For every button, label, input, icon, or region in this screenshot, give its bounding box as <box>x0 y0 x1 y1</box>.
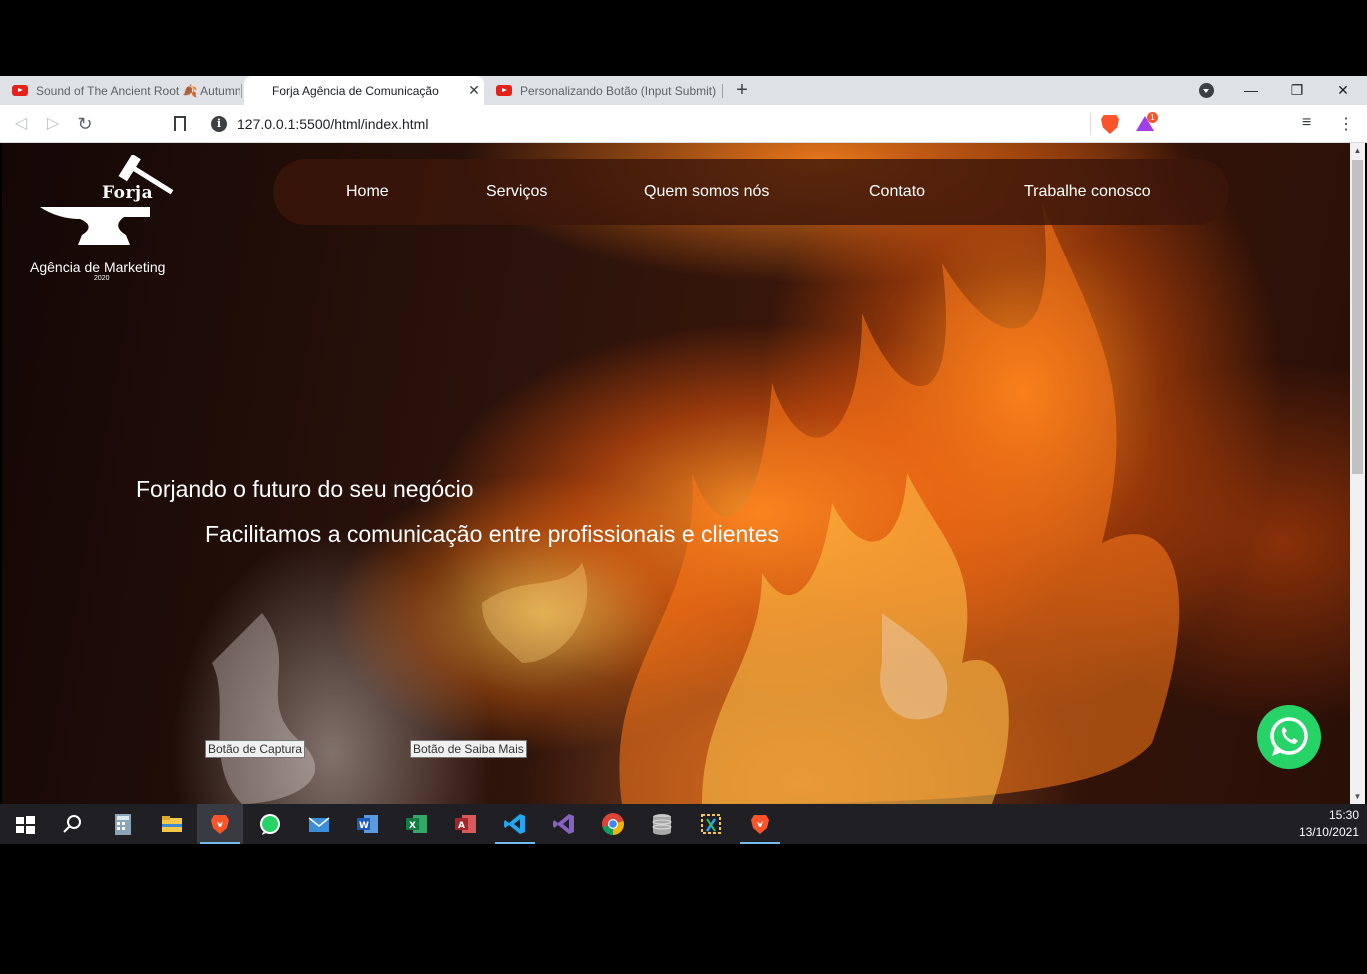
windows-start-icon[interactable] <box>12 811 38 837</box>
tab-strip: Sound of The Ancient Root 🍂 Autumn Forja… <box>0 76 1367 105</box>
nav-item-trabalhe-conosco[interactable]: Trabalhe conosco <box>1024 183 1151 201</box>
tab-forja[interactable]: Forja Agência de Comunicação ✕ <box>244 76 484 105</box>
tab-title: Forja Agência de Comunicação <box>272 83 439 98</box>
word-icon[interactable]: W <box>355 811 381 837</box>
address-divider <box>1090 113 1091 135</box>
capture-button[interactable]: Botão de Captura <box>205 740 306 758</box>
back-button[interactable]: ◁ <box>10 113 32 135</box>
tab-divider <box>722 84 723 98</box>
snipping-tool-icon[interactable] <box>698 811 724 837</box>
clock-time: 15:30 <box>1328 808 1359 822</box>
tab-search-icon[interactable] <box>1199 83 1214 98</box>
reload-button[interactable]: ↻ <box>74 113 96 135</box>
nav-item-quem-somos[interactable]: Quem somos nós <box>644 183 769 201</box>
svg-text:A: A <box>458 821 465 831</box>
nav-item-home[interactable]: Home <box>346 183 389 201</box>
tab-divider <box>241 84 242 98</box>
rewards-badge: 1 <box>1147 112 1158 123</box>
visual-studio-icon[interactable] <box>551 811 577 837</box>
tab-title: Sound of The Ancient Root 🍂 Autumn <box>36 83 240 98</box>
site-logo[interactable]: Forja Agência de Marketing 2020 <box>26 155 186 285</box>
running-indicator <box>740 842 780 844</box>
access-icon[interactable]: A <box>453 811 479 837</box>
close-window-button[interactable]: ✕ <box>1320 76 1366 105</box>
minimize-button[interactable]: — <box>1228 76 1274 105</box>
chrome-icon[interactable] <box>600 811 626 837</box>
tab-youtube-botao[interactable]: Personalizando Botão (Input Submit) | <box>484 76 720 105</box>
browser-toolbar: ◁ ▷ ↻ i 127.0.0.1:5500/html/index.html 1… <box>0 105 1367 143</box>
excel-icon[interactable]: X <box>404 811 430 837</box>
site-info-icon[interactable]: i <box>211 116 227 132</box>
page-scrollbar[interactable]: ▲ ▼ <box>1350 143 1365 804</box>
learn-more-button[interactable]: Botão de Saiba Mais <box>410 740 527 758</box>
windows-taskbar: W X A 15:30 13/10/2021 <box>0 804 1367 844</box>
running-indicator <box>495 842 535 844</box>
whatsapp-float-button[interactable] <box>1257 705 1321 769</box>
mail-icon[interactable] <box>306 811 332 837</box>
running-indicator <box>200 842 240 844</box>
youtube-icon <box>12 85 28 96</box>
restore-button[interactable]: ❐ <box>1274 76 1320 105</box>
anvil-hammer-icon <box>40 155 174 245</box>
search-icon[interactable] <box>59 811 85 837</box>
forward-button[interactable]: ▷ <box>42 113 64 135</box>
hero-subtitle: Facilitamos a comunicação entre profissi… <box>205 521 779 547</box>
logo-tagline: Agência de Marketing <box>30 259 166 275</box>
brave-icon[interactable] <box>747 811 773 837</box>
brave-icon[interactable] <box>207 811 233 837</box>
nav-item-contato[interactable]: Contato <box>869 183 925 201</box>
close-tab-icon[interactable]: ✕ <box>464 82 484 99</box>
media-queue-icon[interactable]: ≡ <box>1302 114 1311 132</box>
nav-item-servicos[interactable]: Serviços <box>486 183 547 201</box>
calculator-icon[interactable] <box>110 811 136 837</box>
main-navigation: Home Serviços Quem somos nós Contato Tra… <box>273 159 1229 225</box>
clock-date: 13/10/2021 <box>1298 825 1359 839</box>
address-bar[interactable]: i 127.0.0.1:5500/html/index.html <box>203 110 1093 138</box>
scroll-down-arrow[interactable]: ▼ <box>1350 789 1365 804</box>
new-tab-button[interactable]: + <box>731 79 753 101</box>
youtube-icon <box>496 85 512 96</box>
scroll-up-arrow[interactable]: ▲ <box>1350 143 1365 158</box>
menu-icon[interactable]: ⋮ <box>1338 114 1354 134</box>
hero-title: Forjando o futuro do seu negócio <box>136 476 474 502</box>
system-clock[interactable]: 15:30 13/10/2021 <box>1299 807 1359 841</box>
logo-year: 2020 <box>94 275 110 282</box>
page-viewport: Forja Agência de Marketing 2020 Home Ser… <box>2 143 1350 804</box>
tab-youtube-ambient[interactable]: Sound of The Ancient Root 🍂 Autumn <box>0 76 240 105</box>
brave-shields-icon[interactable] <box>1101 115 1119 134</box>
whatsapp-icon[interactable] <box>257 811 283 837</box>
vscode-icon[interactable] <box>502 811 528 837</box>
page-icon <box>254 85 265 96</box>
scroll-thumb[interactable] <box>1352 160 1363 474</box>
svg-text:W: W <box>359 821 369 831</box>
svg-text:X: X <box>409 821 416 831</box>
whatsapp-icon <box>1270 717 1308 756</box>
logo-brand: Forja <box>102 183 154 203</box>
url-text: 127.0.0.1:5500/html/index.html <box>237 116 429 132</box>
tab-title: Personalizando Botão (Input Submit) | <box>520 83 720 98</box>
file-explorer-icon[interactable] <box>159 811 185 837</box>
bookmark-icon[interactable] <box>174 116 186 132</box>
database-icon[interactable] <box>649 811 675 837</box>
brave-rewards-icon[interactable]: 1 <box>1136 112 1158 132</box>
fire-background-image <box>212 203 1180 804</box>
